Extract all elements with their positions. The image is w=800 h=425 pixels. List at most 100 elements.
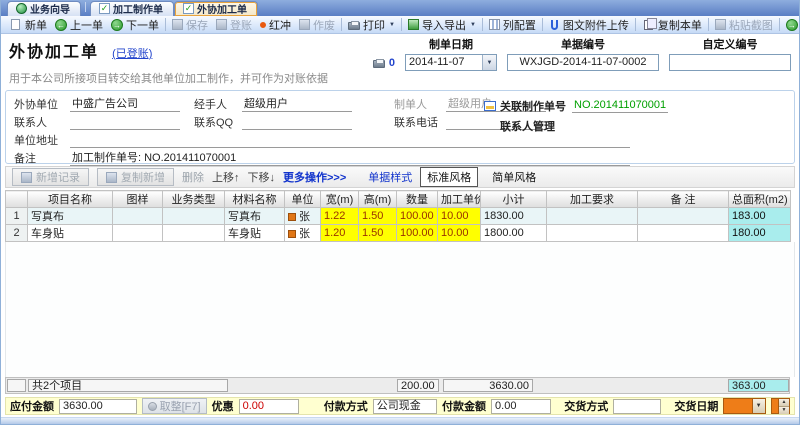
style-standard-option[interactable]: 标准风格 <box>420 167 478 187</box>
payable-input[interactable]: 3630.00 <box>59 399 137 414</box>
print-button[interactable]: 打印 ▼ <box>344 17 399 33</box>
col-header-subtotal[interactable]: 小计 <box>481 191 547 208</box>
col-header-remark[interactable]: 备 注 <box>638 191 729 208</box>
paperclip-icon <box>551 20 558 30</box>
col-header-biz-type[interactable]: 业务类型 <box>163 191 225 208</box>
button-label: 复制本单 <box>658 17 702 33</box>
requirement-cell[interactable] <box>547 225 638 242</box>
wizard-icon <box>16 3 27 14</box>
price-cell[interactable]: 10.00 <box>438 208 481 225</box>
image-cell[interactable] <box>113 225 163 242</box>
chevron-down-icon[interactable]: ▼ <box>482 55 496 70</box>
price-cell[interactable]: 10.00 <box>438 225 481 242</box>
import-export-button[interactable]: 导入导出 ▼ <box>404 17 480 33</box>
row-number-cell: 2 <box>6 225 28 242</box>
posted-status-link[interactable]: (已登账) <box>112 48 152 60</box>
col-header-height[interactable]: 高(m) <box>359 191 397 208</box>
col-header-requirement[interactable]: 加工要求 <box>547 191 638 208</box>
doc-number-label: 单据编号 <box>561 36 605 52</box>
width-cell[interactable]: 1.22 <box>321 208 359 225</box>
col-header-image[interactable]: 图样 <box>113 191 163 208</box>
order-date-combobox[interactable]: 2014-11-07 ▼ <box>405 54 497 71</box>
project-cell[interactable]: 车身贴 <box>28 225 113 242</box>
requirement-cell[interactable] <box>547 208 638 225</box>
doc-number-input[interactable]: WXJGD-2014-11-07-0002 <box>507 54 659 71</box>
copy-order-button[interactable]: 复制本单 <box>638 17 706 33</box>
qty-cell[interactable]: 100.00 <box>397 225 438 242</box>
exit-icon: → <box>786 19 798 31</box>
delivery-date-combobox[interactable]: ▼ <box>723 398 765 414</box>
stepper-buttons[interactable]: ▲ ▼ <box>778 399 789 413</box>
move-up-link[interactable]: 上移↑ <box>212 169 240 185</box>
linked-order-number[interactable]: NO.201411070001 <box>572 98 668 113</box>
contact-management-link[interactable]: 联系人管理 <box>500 118 555 134</box>
unit-cell[interactable]: 张 <box>285 225 321 242</box>
unit-cell[interactable]: 张 <box>285 208 321 225</box>
button-label: 红冲 <box>269 17 291 33</box>
payment-amount-input[interactable]: 0.00 <box>491 399 551 414</box>
remark-label: 备注 <box>14 150 70 166</box>
discount-input[interactable]: 0.00 <box>239 399 299 414</box>
col-header-unit[interactable]: 单位 <box>285 191 321 208</box>
vendor-input[interactable]: 中盛广告公司 <box>70 97 180 112</box>
delivery-time-stepper[interactable]: ▲ ▼ <box>771 398 790 414</box>
col-header-width[interactable]: 宽(m) <box>321 191 359 208</box>
tab-outsourcing-order[interactable]: ✓ 外协加工单 <box>174 1 258 16</box>
table-row[interactable]: 2 车身贴 车身贴 张 1.20 1.50 100.00 10.00 1800.… <box>6 225 791 242</box>
item-count-summary: 共2个项目 <box>28 379 228 392</box>
height-cell[interactable]: 1.50 <box>359 225 397 242</box>
custom-number-input[interactable] <box>669 54 791 71</box>
spin-up-icon[interactable]: ▲ <box>779 399 789 407</box>
col-header-area[interactable]: 总面积(m2) <box>729 191 791 208</box>
qty-cell[interactable]: 100.00 <box>397 208 438 225</box>
button-label: 取整[F7] <box>160 398 201 414</box>
new-order-button[interactable]: 新单 <box>5 17 51 33</box>
remark-cell[interactable] <box>638 225 729 242</box>
style-simple-option[interactable]: 简单风格 <box>486 168 542 186</box>
exit-button[interactable]: → 退出 <box>782 17 800 33</box>
spin-down-icon[interactable]: ▼ <box>779 407 789 414</box>
tab-business-wizard[interactable]: 业务向导 <box>7 1 81 16</box>
biz-type-cell[interactable] <box>163 208 225 225</box>
previous-order-button[interactable]: ← 上一单 <box>51 17 107 33</box>
image-cell[interactable] <box>113 208 163 225</box>
items-table-wrap: 项目名称 图样 业务类型 材料名称 单位 宽(m) 高(m) 数量 加工单价 小… <box>5 190 795 242</box>
col-header-price[interactable]: 加工单价 <box>438 191 481 208</box>
contact-qq-input[interactable] <box>242 115 352 130</box>
remark-input[interactable]: 加工制作单号: NO.201411070001 <box>70 151 630 166</box>
red-flush-button[interactable]: 红冲 <box>256 17 295 33</box>
attachment-upload-button[interactable]: 图文附件上传 <box>545 17 633 33</box>
chevron-down-icon[interactable]: ▼ <box>752 399 765 413</box>
more-operations-link[interactable]: 更多操作>>> <box>283 169 346 185</box>
delivery-method-input[interactable] <box>613 399 661 414</box>
column-config-button[interactable]: 列配置 <box>485 17 540 33</box>
handler-input[interactable]: 超级用户 <box>242 97 352 112</box>
new-document-icon <box>11 19 20 30</box>
table-empty-area <box>5 242 795 377</box>
contact-management-line[interactable]: 联系人管理 <box>484 117 668 134</box>
col-header-project[interactable]: 项目名称 <box>28 191 113 208</box>
button-label: 打印 <box>363 17 385 33</box>
next-order-button[interactable]: → 下一单 <box>107 17 163 33</box>
doc-number-field: 单据编号 WXJGD-2014-11-07-0002 <box>507 36 659 71</box>
import-export-icon <box>408 19 419 30</box>
col-header-material[interactable]: 材料名称 <box>225 191 285 208</box>
remark-cell[interactable] <box>638 208 729 225</box>
material-cell[interactable]: 写真布 <box>225 208 285 225</box>
col-header-qty[interactable]: 数量 <box>397 191 438 208</box>
delivery-method-label: 交货方式 <box>564 398 608 414</box>
payment-method-input[interactable]: 公司现金 <box>373 399 437 414</box>
width-cell[interactable]: 1.20 <box>321 225 359 242</box>
material-cell[interactable]: 车身贴 <box>225 225 285 242</box>
tab-production-order[interactable]: ✓ 加工制作单 <box>90 1 174 16</box>
coin-icon <box>148 402 157 411</box>
printer-icon[interactable] <box>373 60 385 68</box>
biz-type-cell[interactable] <box>163 225 225 242</box>
project-cell[interactable]: 写真布 <box>28 208 113 225</box>
button-label: 复制新增 <box>121 169 165 185</box>
contact-input[interactable] <box>70 115 180 130</box>
height-cell[interactable]: 1.50 <box>359 208 397 225</box>
table-row[interactable]: 1 写真布 写真布 张 1.22 1.50 100.00 10.00 1830.… <box>6 208 791 225</box>
ledger-icon <box>216 19 227 30</box>
move-down-link[interactable]: 下移↓ <box>248 169 276 185</box>
